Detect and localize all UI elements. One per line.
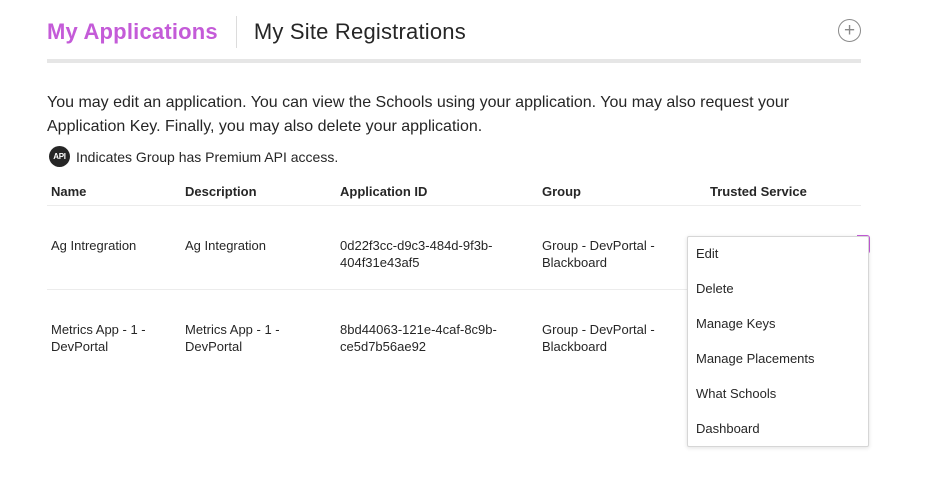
tab-my-site-registrations[interactable]: My Site Registrations [254, 19, 466, 45]
tab-bar: My Applications My Site Registrations [47, 15, 466, 49]
tab-separator [235, 16, 237, 48]
column-header-group: Group [542, 184, 581, 199]
column-header-application-id: Application ID [340, 184, 428, 199]
menu-item-what-schools[interactable]: What Schools [696, 386, 776, 401]
menu-item-manage-placements[interactable]: Manage Placements [696, 351, 815, 366]
row-actions-menu: Edit Delete Manage Keys Manage Placement… [687, 236, 869, 447]
row-name: Ag Intregration [51, 238, 137, 253]
column-header-trusted-service: Trusted Service [710, 184, 807, 199]
premium-legend: API Indicates Group has Premium API acce… [49, 146, 338, 167]
menu-item-delete[interactable]: Delete [696, 281, 734, 296]
plus-circle-icon: + [843, 19, 856, 41]
intro-text: You may edit an application. You can vie… [47, 91, 847, 139]
premium-legend-text: Indicates Group has Premium API access. [76, 148, 339, 165]
intro-line-1: You may edit an application. You can vie… [47, 94, 790, 111]
tab-underline [47, 59, 861, 63]
row-application-id: 8bd44063-121e-4caf-8c9b- ce5d7b56ae92 [340, 322, 497, 354]
intro-line-2: Application Key. Finally, you may also d… [47, 118, 483, 135]
column-header-name: Name [51, 184, 87, 199]
column-header-description: Description [185, 184, 257, 199]
api-badge-icon: API [49, 146, 70, 167]
tab-my-applications[interactable]: My Applications [47, 19, 218, 45]
menu-item-edit[interactable]: Edit [696, 246, 718, 261]
row-group: Group - DevPortal - Blackboard [542, 238, 655, 270]
row-description: Metrics App - 1 - DevPortal [185, 322, 280, 354]
menu-item-dashboard[interactable]: Dashboard [696, 421, 760, 436]
header-divider [47, 205, 861, 206]
row-application-id: 0d22f3cc-d9c3-484d-9f3b- 404f31e43af5 [340, 238, 493, 270]
row-group: Group - DevPortal - Blackboard [542, 322, 655, 354]
menu-item-manage-keys[interactable]: Manage Keys [696, 316, 776, 331]
add-application-button[interactable]: + [838, 19, 861, 42]
row-name: Metrics App - 1 - DevPortal [51, 322, 146, 354]
row-description: Ag Integration [185, 238, 266, 253]
